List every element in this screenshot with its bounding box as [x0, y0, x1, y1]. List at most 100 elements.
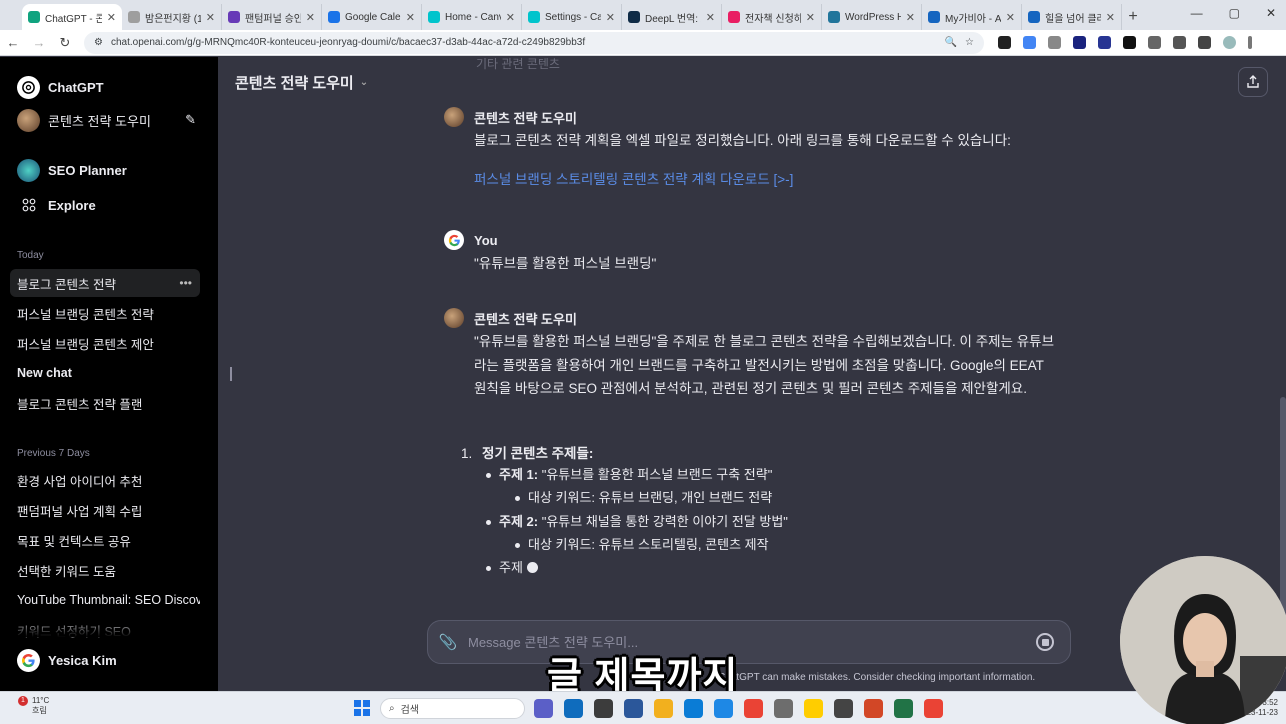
sidebar: ChatGPT 콘텐츠 전략 도우미 ✎ SEO Planner Explore… — [0, 57, 218, 691]
tab-close-icon[interactable]: ✕ — [806, 11, 815, 24]
sidebar-chat-item[interactable]: New chat — [10, 359, 200, 387]
message-text: 블로그 콘텐츠 전략 계획을 엑셀 파일로 정리했습니다. 아래 링크를 통해 … — [474, 133, 1011, 148]
speaker-extension-icon[interactable] — [998, 36, 1011, 49]
browser-tab[interactable]: Google Calend ✕ — [322, 4, 422, 30]
taskbar-apps — [534, 699, 943, 718]
download-link[interactable]: 퍼스널 브랜딩 스토리텔링 콘텐츠 전략 계획 다운로드 [>-] — [474, 168, 1044, 192]
badge-extension-icon[interactable] — [1098, 36, 1111, 49]
windows-start-icon[interactable] — [354, 700, 370, 716]
browser-tab[interactable]: WordPress Ho ✕ — [822, 4, 922, 30]
bookmark-star-icon[interactable]: ☆ — [965, 37, 974, 48]
tab-favicon-icon — [328, 11, 340, 23]
taskbar-app-icon[interactable] — [804, 699, 823, 718]
sidebar-chat-item[interactable]: 퍼스널 브랜딩 콘텐츠 전략 — [10, 299, 200, 327]
taskbar-app-icon[interactable] — [594, 699, 613, 718]
site-info-icon[interactable]: ⚙ — [94, 37, 103, 48]
taskbar-app-icon[interactable] — [684, 699, 703, 718]
browser-tab[interactable]: DeepL 번역: AI ✕ — [622, 4, 722, 30]
tab-close-icon[interactable]: ✕ — [606, 11, 615, 24]
browser-tab[interactable]: Home - Canva ✕ — [422, 4, 522, 30]
chatgpt-home-link[interactable]: ChatGPT — [10, 72, 200, 102]
assistant-message-1: 콘텐츠 전략 도우미 블로그 콘텐츠 전략 계획을 엑셀 파일로 정리했습니다.… — [444, 107, 1044, 191]
back-icon[interactable]: ← — [0, 35, 26, 50]
sidebar-chat-item[interactable]: 블로그 콘텐츠 전략 ••• — [10, 269, 200, 297]
forward-icon[interactable]: → — [26, 35, 52, 50]
chat-scrollbar[interactable] — [1280, 397, 1286, 617]
gpt-model-selector[interactable]: 콘텐츠 전략 도우미 ⌄ — [235, 72, 368, 93]
taskbar-search[interactable]: ⌕ 검색 — [380, 698, 525, 719]
sidebar-chat-item[interactable]: 퍼스널 브랜딩 콘텐츠 제안 — [10, 329, 200, 357]
weather-temp: 11°C — [32, 696, 50, 705]
download-icon[interactable] — [1173, 36, 1186, 49]
address-bar[interactable]: ⚙ chat.openai.com/g/g-MRNQmc40R-konteuce… — [84, 31, 984, 54]
gpt-avatar-icon — [17, 108, 40, 132]
hexagon-extension-icon[interactable] — [1073, 36, 1086, 49]
seo-planner-link[interactable]: SEO Planner — [10, 155, 200, 185]
taskbar-app-icon[interactable] — [894, 699, 913, 718]
browser-tab[interactable]: Settings - Can ✕ — [522, 4, 622, 30]
explore-link[interactable]: Explore — [10, 190, 200, 220]
gpt-current-link[interactable]: 콘텐츠 전략 도우미 ✎ — [10, 105, 200, 135]
tab-close-icon[interactable]: ✕ — [906, 11, 915, 24]
bullet-icon — [486, 566, 491, 572]
browser-tab[interactable]: 밤은펀지황 (1· ✕ — [122, 4, 222, 30]
reload-icon[interactable]: ↻ — [52, 35, 78, 51]
openai-extension-icon[interactable] — [1123, 36, 1136, 49]
taskbar-app-icon[interactable] — [654, 699, 673, 718]
taskbar-app-icon[interactable] — [714, 699, 733, 718]
sidebar-chat-item[interactable]: 블로그 콘텐츠 전략 플랜 — [10, 389, 200, 417]
tab-close-icon[interactable]: ✕ — [1106, 11, 1115, 24]
close-window-icon[interactable]: ✕ — [1266, 6, 1276, 20]
browser-tab[interactable]: ChatGPT - 콘텐 ✕ — [22, 4, 122, 30]
sidepanel-icon[interactable] — [1198, 36, 1211, 49]
new-chat-edit-icon[interactable]: ✎ — [185, 112, 196, 128]
share-button[interactable] — [1238, 67, 1268, 97]
browser-tab[interactable]: 힐을 넘어 클라 ✕ — [1022, 4, 1122, 30]
chat-item-label: 선택한 키워드 도움 — [17, 564, 116, 579]
taskbar-app-icon[interactable] — [864, 699, 883, 718]
profile-avatar-icon[interactable] — [1223, 36, 1236, 49]
tab-close-icon[interactable]: ✕ — [206, 11, 215, 24]
paperclip-attach-icon[interactable]: 📎 — [428, 633, 468, 651]
tab-close-icon[interactable]: ✕ — [406, 11, 415, 24]
zoom-icon[interactable]: 🔍 — [945, 37, 957, 48]
sidebar-chat-item[interactable]: 환경 사업 아이디어 추천 — [10, 466, 200, 494]
chat-options-icon[interactable]: ••• — [179, 276, 192, 290]
stop-generating-button[interactable] — [1036, 633, 1054, 651]
browser-tab[interactable]: My가비아 - AI ✕ — [922, 4, 1022, 30]
seo-planner-avatar-icon — [17, 158, 40, 182]
sidebar-chat-item[interactable]: 팬덤퍼널 사업 계획 수립 — [10, 496, 200, 524]
weather-widget[interactable]: 1 11°C 흐림 — [18, 696, 50, 716]
taskbar-app-icon[interactable] — [774, 699, 793, 718]
taskbar-app-icon[interactable] — [924, 699, 943, 718]
user-profile-button[interactable]: Yesica Kim — [10, 645, 200, 675]
taskbar-app-icon[interactable] — [564, 699, 583, 718]
browser-tab[interactable]: 팬텀퍼널 승인 ✕ — [222, 4, 322, 30]
tab-close-icon[interactable]: ✕ — [706, 11, 715, 24]
refresh-extension-icon[interactable] — [1048, 36, 1061, 49]
tab-close-icon[interactable]: ✕ — [1006, 11, 1015, 24]
tab-close-icon[interactable]: ✕ — [306, 11, 315, 24]
tab-close-icon[interactable]: ✕ — [107, 11, 116, 24]
taskbar-app-icon[interactable] — [834, 699, 853, 718]
browser-address-row: ← → ↻ ⚙ chat.openai.com/g/g-MRNQmc40R-ko… — [0, 30, 1286, 56]
new-tab-button[interactable]: + — [1122, 4, 1144, 30]
sidebar-toggle-handle[interactable] — [230, 367, 232, 381]
translate-extension-icon[interactable] — [1023, 36, 1036, 49]
sidebar-chat-item[interactable]: 선택한 키워드 도움 — [10, 556, 200, 584]
url-text[interactable]: chat.openai.com/g/g-MRNQmc40R-konteuceu-… — [111, 37, 937, 48]
taskbar-app-icon[interactable] — [534, 699, 553, 718]
tab-favicon-icon — [428, 11, 440, 23]
minimize-icon[interactable]: — — [1191, 6, 1203, 20]
browser-tab[interactable]: 전자책 신청하 ✕ — [722, 4, 822, 30]
taskbar-app-icon[interactable] — [624, 699, 643, 718]
maximize-icon[interactable]: ▢ — [1229, 6, 1240, 20]
sidebar-chat-item[interactable]: 목표 및 컨텍스트 공유 — [10, 526, 200, 554]
tab-favicon-icon — [128, 11, 140, 23]
browser-menu-icon[interactable] — [1248, 36, 1252, 49]
puzzle-extensions-icon[interactable] — [1148, 36, 1161, 49]
taskbar-app-icon[interactable] — [744, 699, 763, 718]
sidebar-chat-item[interactable]: YouTube Thumbnail: SEO Discove — [10, 586, 200, 614]
tab-close-icon[interactable]: ✕ — [506, 11, 515, 24]
user-name-label: Yesica Kim — [48, 652, 117, 668]
